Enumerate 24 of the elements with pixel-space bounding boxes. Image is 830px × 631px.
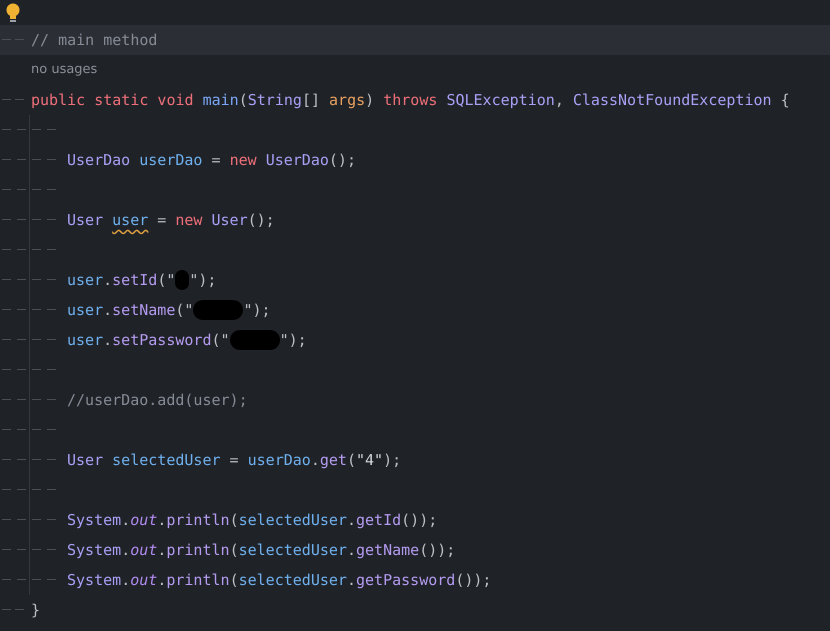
code-text: } <box>31 600 40 621</box>
redaction-mark <box>230 330 280 350</box>
code-text: System.out.println(selectedUser.getName()); <box>67 540 456 561</box>
code-text: user.setId(" <box>67 270 176 291</box>
code-text: User selectedUser = userDao.get("4"); <box>67 450 402 471</box>
code-text: public static void main(String[] args) throws SQLException, ClassNotFoundException { <box>31 90 790 111</box>
usages-hint[interactable]: no usages <box>31 60 98 80</box>
redaction-mark <box>193 300 244 320</box>
lightbulb-icon[interactable] <box>6 2 20 22</box>
code-text: // main method <box>31 30 158 51</box>
code-text: "); <box>280 330 307 351</box>
code-text: System.out.println(selectedUser.getPassword()); <box>67 570 492 591</box>
code-text: User user = new User(); <box>67 210 275 231</box>
code-text: //userDao.add(user); <box>67 390 248 411</box>
redaction-mark <box>175 270 190 290</box>
tab-marker-icon <box>0 39 26 41</box>
tab-marker-icon <box>0 99 26 101</box>
tab-marker-icon <box>0 609 26 611</box>
code-text: "); <box>243 300 271 321</box>
code-text: "); <box>189 270 216 291</box>
code-text: user.setPassword(" <box>67 330 230 351</box>
code-text: System.out.println(selectedUser.getId()); <box>67 510 438 531</box>
code-text: user.setName(" <box>67 300 194 321</box>
code-text: UserDao userDao = new UserDao(); <box>67 150 356 171</box>
